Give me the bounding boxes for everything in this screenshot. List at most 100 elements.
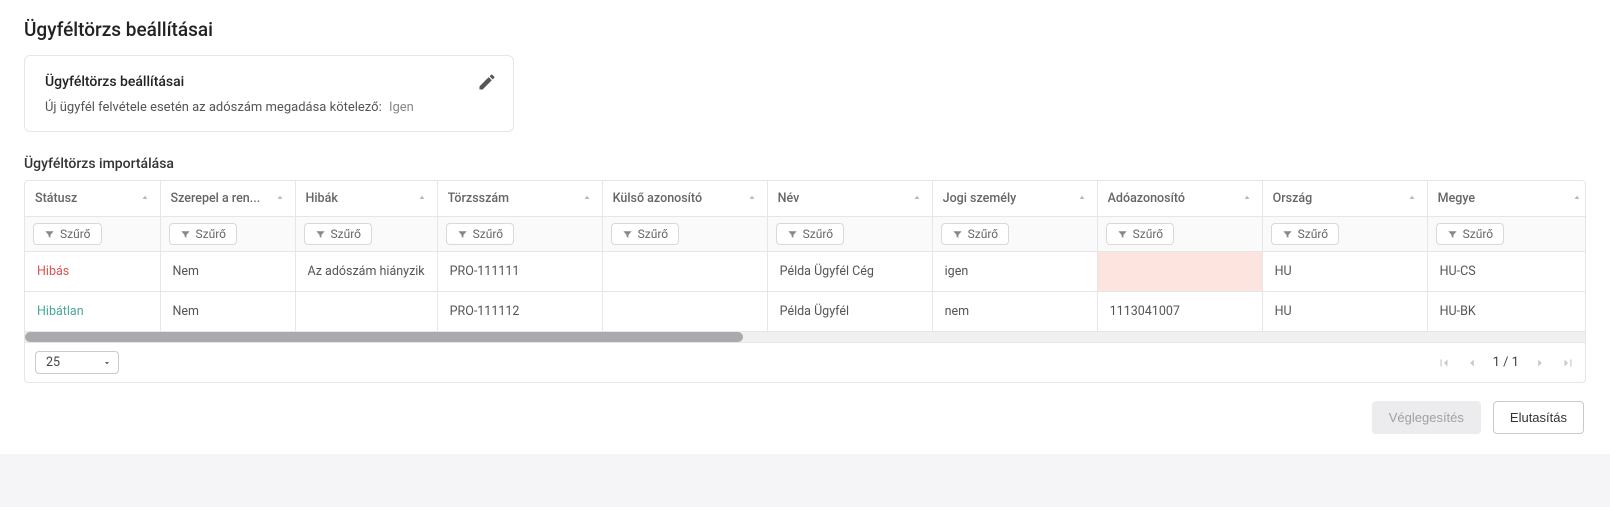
last-page-icon[interactable] xyxy=(1561,356,1575,370)
column-header[interactable]: Adóazonosító xyxy=(1097,181,1262,217)
filter-button[interactable]: Szűrő xyxy=(169,223,238,245)
sort-asc-icon[interactable] xyxy=(582,194,592,204)
table-row[interactable]: HibátlanNem PRO-111112 Példa Ügyfélnem1113… xyxy=(25,292,1585,332)
column-header[interactable]: Szerepel a ren... xyxy=(160,181,295,217)
cell-tax_id: 1113041007 xyxy=(1097,292,1262,332)
page-size-select[interactable]: 25 xyxy=(35,351,119,374)
page-size-value: 25 xyxy=(46,355,60,370)
filter-icon xyxy=(457,229,468,240)
cell-errors xyxy=(295,292,437,332)
cell-errors: Az adószám hiányzik xyxy=(295,252,437,292)
sort-asc-icon[interactable] xyxy=(912,194,922,204)
filter-button[interactable]: Szűrő xyxy=(446,223,515,245)
scrollbar-thumb[interactable] xyxy=(25,332,743,342)
table-row[interactable]: HibásNemAz adószám hiányzikPRO-111111 Pél… xyxy=(25,252,1585,292)
setting-value: Igen xyxy=(389,100,414,115)
filter-button[interactable]: Szűrő xyxy=(941,223,1010,245)
sort-asc-icon[interactable] xyxy=(1572,194,1582,204)
cell-master_no: PRO-111112 xyxy=(437,292,602,332)
filter-icon xyxy=(1447,229,1458,240)
pager: 1 / 1 xyxy=(1437,355,1575,370)
filter-button[interactable]: Szűrő xyxy=(33,223,102,245)
prev-page-icon[interactable] xyxy=(1465,356,1479,370)
column-header-label: Jogi személy xyxy=(943,191,1017,206)
page-title: Ügyféltörzs beállításai xyxy=(0,0,1610,55)
column-header-label: Státusz xyxy=(35,191,77,206)
cell-legal: nem xyxy=(932,292,1097,332)
column-header-label: Megye xyxy=(1438,191,1475,206)
column-header[interactable]: Jogi személy xyxy=(932,181,1097,217)
cell-ext_id xyxy=(602,292,767,332)
filter-label: Szűrő xyxy=(638,227,669,241)
chevron-down-icon xyxy=(102,358,112,368)
filter-icon xyxy=(1282,229,1293,240)
filter-label: Szűrő xyxy=(196,227,227,241)
filter-label: Szűrő xyxy=(1298,227,1329,241)
edit-icon[interactable] xyxy=(477,72,497,92)
column-header-label: Törzsszám xyxy=(448,191,509,206)
filter-button[interactable]: Szűrő xyxy=(776,223,845,245)
filter-label: Szűrő xyxy=(1463,227,1494,241)
column-header[interactable]: Törzsszám xyxy=(437,181,602,217)
cell-status: Hibátlan xyxy=(25,292,160,332)
cell-country: HU xyxy=(1262,252,1427,292)
column-header-label: Adóazonosító xyxy=(1108,191,1185,206)
card-title: Ügyféltörzs beállításai xyxy=(45,74,493,90)
filter-icon xyxy=(180,229,191,240)
cell-country: HU xyxy=(1262,292,1427,332)
cell-name: Példa Ügyfél Cég xyxy=(767,252,932,292)
cell-legal: igen xyxy=(932,252,1097,292)
column-header[interactable]: Hibák xyxy=(295,181,437,217)
filter-button[interactable]: Szűrő xyxy=(611,223,680,245)
sort-asc-icon[interactable] xyxy=(1077,194,1087,204)
finalize-button: Véglegesítés xyxy=(1372,401,1481,434)
column-header-label: Külső azonosító xyxy=(613,191,702,206)
sort-asc-icon[interactable] xyxy=(1242,194,1252,204)
filter-button[interactable]: Szűrő xyxy=(1271,223,1340,245)
column-header-label: Szerepel a ren... xyxy=(171,191,261,206)
filter-button[interactable]: Szűrő xyxy=(304,223,373,245)
filter-label: Szűrő xyxy=(968,227,999,241)
cell-name: Példa Ügyfél xyxy=(767,292,932,332)
filter-label: Szűrő xyxy=(803,227,834,241)
filter-button[interactable]: Szűrő xyxy=(1106,223,1175,245)
filter-icon xyxy=(952,229,963,240)
sort-asc-icon[interactable] xyxy=(140,194,150,204)
import-section-title: Ügyféltörzs importálása xyxy=(24,156,1586,172)
cell-in_system: Nem xyxy=(160,252,295,292)
column-header-label: Ország xyxy=(1273,191,1313,206)
column-header-label: Név xyxy=(778,191,800,206)
column-header[interactable]: Név xyxy=(767,181,932,217)
column-header[interactable]: Státusz xyxy=(25,181,160,217)
filter-icon xyxy=(44,229,55,240)
setting-line: Új ügyfél felvétele esetén az adószám me… xyxy=(45,100,493,115)
sort-asc-icon[interactable] xyxy=(1407,194,1417,204)
filter-icon xyxy=(622,229,633,240)
column-header[interactable]: Megye xyxy=(1427,181,1585,217)
cell-status: Hibás xyxy=(25,252,160,292)
cell-county: HU-CS xyxy=(1427,252,1585,292)
filter-icon xyxy=(315,229,326,240)
column-header-label: Hibák xyxy=(306,191,338,206)
filter-icon xyxy=(1117,229,1128,240)
next-page-icon[interactable] xyxy=(1533,356,1547,370)
cell-master_no: PRO-111111 xyxy=(437,252,602,292)
first-page-icon[interactable] xyxy=(1437,356,1451,370)
sort-asc-icon[interactable] xyxy=(747,194,757,204)
filter-label: Szűrő xyxy=(331,227,362,241)
cell-tax_id xyxy=(1097,252,1262,292)
settings-card: Ügyféltörzs beállításai Új ügyfél felvét… xyxy=(24,55,514,132)
filter-label: Szűrő xyxy=(1133,227,1164,241)
cell-in_system: Nem xyxy=(160,292,295,332)
page-indicator: 1 / 1 xyxy=(1493,355,1519,370)
column-header[interactable]: Külső azonosító xyxy=(602,181,767,217)
column-header[interactable]: Ország xyxy=(1262,181,1427,217)
setting-label: Új ügyfél felvétele esetén az adószám me… xyxy=(45,100,382,115)
cell-ext_id xyxy=(602,252,767,292)
reject-button[interactable]: Elutasítás xyxy=(1493,401,1584,434)
horizontal-scrollbar[interactable] xyxy=(25,332,1585,342)
sort-asc-icon[interactable] xyxy=(417,194,427,204)
filter-button[interactable]: Szűrő xyxy=(1436,223,1505,245)
cell-county: HU-BK xyxy=(1427,292,1585,332)
sort-asc-icon[interactable] xyxy=(275,194,285,204)
